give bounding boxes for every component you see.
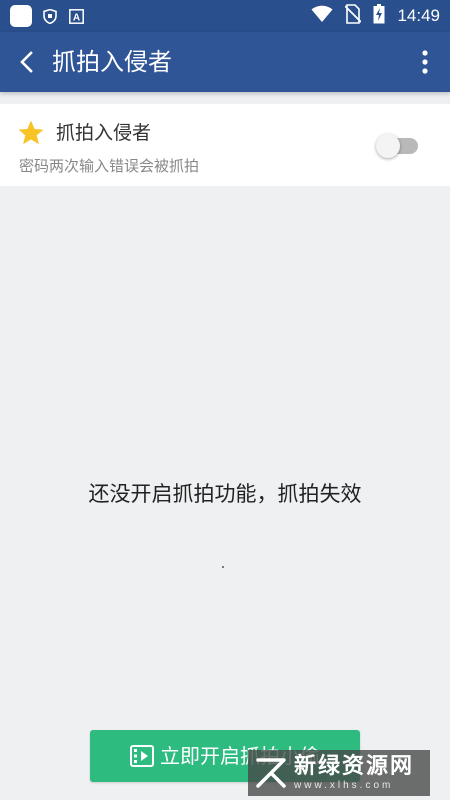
capture-toggle-thumb[interactable] <box>376 134 400 158</box>
enable-capture-button[interactable]: 立即开启抓拍小偷 <box>90 730 360 782</box>
status-bar: A 14:49 <box>0 0 450 32</box>
chevron-left-icon <box>20 51 33 73</box>
shield-icon <box>42 8 58 24</box>
battery-charging-icon <box>373 4 385 28</box>
status-bar-right: 14:49 <box>311 4 440 28</box>
more-vertical-icon <box>422 50 428 74</box>
empty-state-message: 还没开启抓拍功能，抓拍失效 <box>88 482 362 506</box>
back-button[interactable] <box>12 47 42 77</box>
a-badge-icon: A <box>68 8 84 24</box>
star-icon <box>18 120 44 145</box>
status-bar-left: A <box>10 5 84 27</box>
page-title: 抓拍入侵者 <box>52 48 172 76</box>
film-icon <box>130 745 154 767</box>
status-time: 14:49 <box>397 6 440 25</box>
setting-title: 抓拍入侵者 <box>56 122 152 144</box>
screen: A 14:49 抓拍入侵者 抓拍入侵者 密码两次输入错误会被抓拍 还没开启抓拍功… <box>0 0 450 800</box>
wifi-icon <box>311 5 333 27</box>
setting-description: 密码两次输入错误会被抓拍 <box>19 157 200 175</box>
no-sim-icon <box>344 4 363 28</box>
a-badge-letter: A <box>72 12 79 23</box>
app-bar: 抓拍入侵者 <box>0 32 450 92</box>
decorative-dot <box>222 566 224 568</box>
app-square-icon <box>10 5 32 27</box>
enable-capture-button-label: 立即开启抓拍小偷 <box>160 744 320 768</box>
more-options-button[interactable] <box>410 47 440 77</box>
